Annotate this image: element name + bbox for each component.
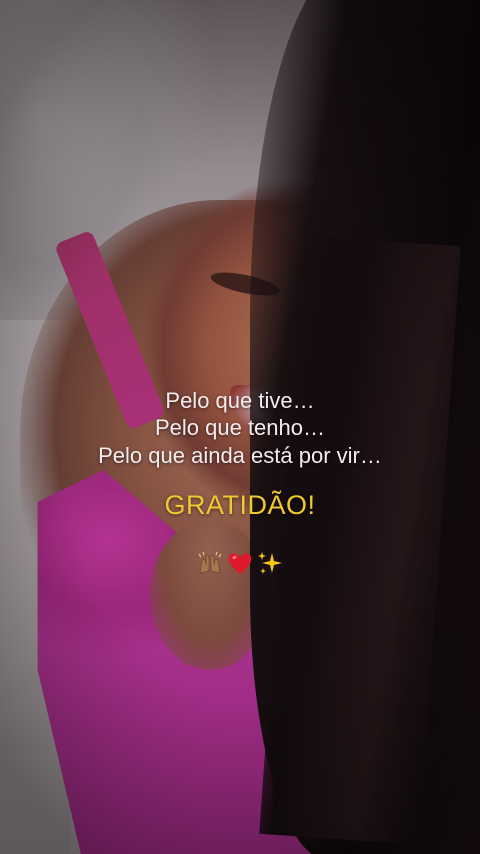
headline-gratidao: GRATIDÃO!	[164, 490, 316, 520]
emoji-row	[0, 548, 480, 578]
sparkles-icon	[256, 549, 284, 577]
caption-line-2: Pelo que tenho…	[154, 415, 326, 440]
raised-hands-icon	[196, 549, 224, 577]
caption-line-1: Pelo que tive…	[165, 388, 315, 413]
red-heart-icon	[226, 549, 254, 577]
caption-line-3: Pelo que ainda está por vir…	[98, 443, 382, 468]
